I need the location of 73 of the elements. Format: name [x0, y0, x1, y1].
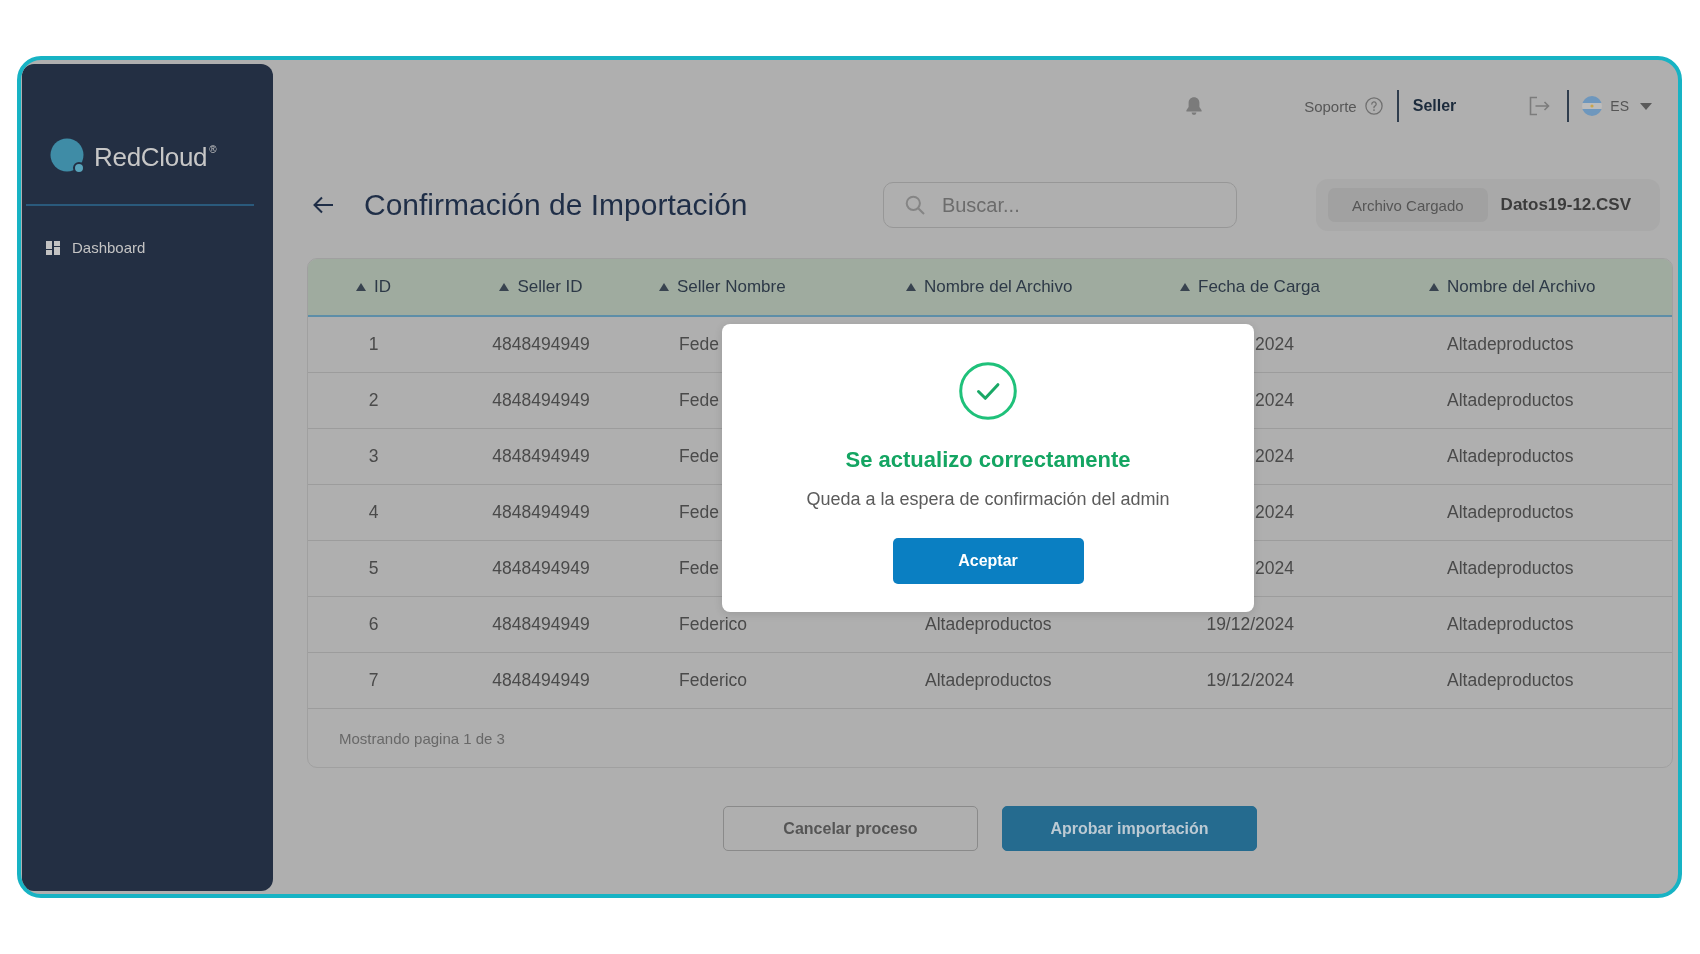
- table-cell: Altadeproductos: [1447, 670, 1574, 691]
- table-cell: 4848494949: [492, 670, 590, 691]
- caret-icon: [1640, 102, 1652, 110]
- table-cell: 19/12/2024: [1206, 614, 1294, 635]
- help-icon: [1364, 97, 1383, 115]
- sort-caret-icon: [499, 283, 510, 291]
- pagination-info: Mostrando pagina 1 de 3: [339, 729, 505, 747]
- table-cell: 4848494949: [492, 502, 590, 523]
- sort-caret-icon: [1180, 283, 1190, 291]
- table-cell: Altadeproductos: [1447, 334, 1574, 355]
- column-header[interactable]: Fecha de Carga: [1180, 277, 1320, 297]
- table-cell: Altadeproductos: [1447, 390, 1574, 411]
- file-name: Datos19-12.CSV: [1500, 195, 1631, 215]
- table-cell: 4848494949: [492, 446, 590, 467]
- table-cell: 19/12/2024: [1206, 670, 1294, 691]
- table-cell: Federico: [679, 614, 748, 635]
- table-cell: 2024: [1255, 334, 1294, 355]
- column-header[interactable]: Nombre del Archivo: [906, 277, 1073, 297]
- cancel-button[interactable]: Cancelar proceso: [723, 806, 978, 851]
- table-cell: Altadeproductos: [925, 614, 1052, 635]
- table-cell: Fede: [679, 334, 719, 355]
- file-label: Archivo Cargado: [1327, 188, 1488, 222]
- table-cell: 2: [368, 390, 379, 411]
- table-cell: 2024: [1255, 502, 1294, 523]
- support-link[interactable]: Soporte: [1304, 97, 1383, 115]
- dialog-message: Queda a la espera de confirmación del admin: [806, 488, 1170, 511]
- table-cell: 4848494949: [492, 558, 590, 579]
- dialog-title: Se actualizo correctamente: [845, 446, 1131, 474]
- table-cell: Fede: [679, 446, 719, 467]
- column-header[interactable]: ID: [356, 277, 391, 297]
- check-circle-icon: [959, 362, 1017, 420]
- table-cell: 4848494949: [492, 614, 590, 635]
- table-cell: Fede: [679, 390, 719, 411]
- table-cell: Fede: [679, 558, 719, 579]
- table-cell: 6: [368, 614, 379, 635]
- user-label: Seller: [1412, 97, 1457, 115]
- sidebar-item[interactable]: Dashboard: [46, 239, 146, 256]
- search-field[interactable]: Buscar...: [882, 182, 1237, 228]
- grid-icon: [46, 240, 60, 255]
- page-title: Confirmación de Importación: [364, 188, 748, 222]
- approve-button[interactable]: Aprobar importación: [1002, 806, 1257, 851]
- table-cell: Altadeproductos: [1447, 502, 1574, 523]
- accept-button[interactable]: Aceptar: [892, 538, 1084, 584]
- sort-caret-icon: [906, 283, 916, 291]
- flag-icon: [1582, 96, 1603, 116]
- table-cell: 5: [368, 558, 379, 579]
- table-cell: Altadeproductos: [1447, 614, 1574, 635]
- column-header[interactable]: Seller ID: [499, 277, 583, 297]
- table-cell: 4: [368, 502, 379, 523]
- bell-icon[interactable]: [1185, 96, 1204, 116]
- column-header[interactable]: Nombre del Archivo: [1429, 277, 1596, 297]
- search-icon: [904, 195, 925, 215]
- table-cell: Fede: [679, 502, 719, 523]
- sort-caret-icon: [1429, 283, 1439, 291]
- table-cell: Altadeproductos: [1447, 446, 1574, 467]
- sort-caret-icon: [356, 283, 366, 291]
- table-cell: Federico: [679, 670, 748, 691]
- table-cell: Altadeproductos: [1447, 558, 1574, 579]
- logo-text: RedCloud$^{®}$: [94, 141, 217, 173]
- table-cell: 2024: [1255, 390, 1294, 411]
- logout-icon[interactable]: [1528, 96, 1551, 116]
- table-cell: 4848494949: [492, 334, 590, 355]
- language-selector[interactable]: ES: [1582, 96, 1652, 116]
- back-arrow-icon[interactable]: [313, 196, 334, 214]
- table-cell: 4848494949: [492, 390, 590, 411]
- table-cell: 1: [368, 334, 379, 355]
- table-cell: 3: [368, 446, 379, 467]
- column-header[interactable]: Seller Nombre: [659, 277, 786, 297]
- table-cell: 7: [368, 670, 379, 691]
- sort-caret-icon: [659, 283, 669, 291]
- table-cell: 2024: [1255, 558, 1294, 579]
- table-cell: Altadeproductos: [925, 670, 1052, 691]
- table-cell: 2024: [1255, 446, 1294, 467]
